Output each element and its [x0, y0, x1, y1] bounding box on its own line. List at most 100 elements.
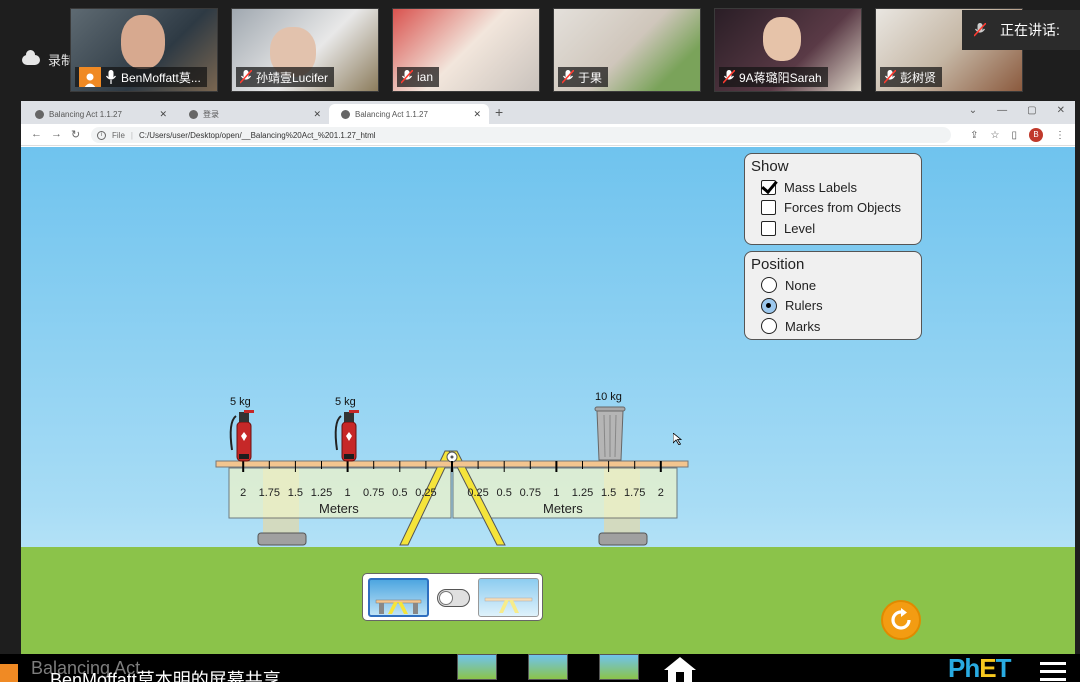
maximize-icon[interactable]: ▢ — [1027, 105, 1036, 116]
close-tab-icon[interactable]: ✕ — [313, 109, 321, 120]
screen-share-icon — [0, 664, 18, 682]
info-icon[interactable]: i — [97, 130, 106, 140]
browser-tab[interactable]: 登录 ✕ — [177, 104, 329, 124]
hamburger-menu-icon[interactable] — [1040, 662, 1066, 682]
ruler-tick-label: 1.5 — [288, 487, 303, 499]
ruler-tick-label: 2 — [658, 487, 664, 499]
fire-extinguisher-2[interactable] — [334, 410, 359, 462]
ruler-tick-label: 0.5 — [497, 487, 512, 499]
screen-thumbnail-lab[interactable] — [528, 654, 568, 680]
participant-tile[interactable]: 孙靖壹Lucifer — [231, 8, 379, 92]
url-separator: | — [130, 130, 133, 140]
reload-icon[interactable]: ↻ — [71, 128, 80, 141]
balance-thumbnail-icon — [375, 599, 422, 614]
profile-avatar[interactable]: B — [1029, 128, 1043, 142]
browser-tab[interactable]: Balancing Act 1.1.27 ✕ — [23, 104, 175, 124]
microphone-muted-icon — [240, 70, 252, 84]
microphone-muted-icon — [723, 70, 735, 84]
participant-tile[interactable]: 9A蒋璐阳Sarah — [714, 8, 862, 92]
tab-strip: Balancing Act 1.1.27 ✕ 登录 ✕ Balancing Ac… — [21, 101, 1075, 124]
participant-tile[interactable]: ian — [392, 8, 540, 92]
balance-scene: 2 1.75 1.5 1.25 1 0.75 0.5 0.25 0.25 0.5 0.75 1 1.25… — [215, 406, 689, 546]
sim-stage: Show Mass Labels Forces from Objects Lev… — [21, 147, 1075, 654]
globe-icon — [341, 109, 350, 119]
back-icon[interactable]: ← — [31, 128, 42, 140]
url-field[interactable]: i File | C:/Users/user/Desktop/open/__Ba… — [91, 127, 951, 143]
meeting-bar: 录制中 BenMoffatt莫... 孙靖壹Lucifer ian 于果 9A蒋… — [0, 0, 1080, 100]
microphone-muted-icon — [562, 70, 574, 84]
participant-name-tag: ian — [397, 67, 440, 87]
ruler-tick-label: 0.75 — [363, 487, 384, 499]
toolbar-actions: ⇪ ☆ ▯ B ⋮ — [970, 128, 1065, 142]
share-icon[interactable]: ⇪ — [970, 130, 978, 141]
microphone-icon — [105, 70, 117, 84]
mode-toggle-switch[interactable] — [437, 589, 470, 607]
ruler-tick-label: 1.25 — [311, 487, 332, 499]
bookmark-star-icon[interactable]: ☆ — [991, 130, 1000, 141]
reset-all-button[interactable] — [881, 600, 921, 640]
ruler-tick-label: 0.25 — [415, 487, 436, 499]
browser-tab-active[interactable]: Balancing Act 1.1.27 ✕ — [329, 104, 489, 124]
speaking-label: 正在讲话: — [1000, 22, 1060, 38]
globe-icon — [35, 109, 44, 119]
toggle-knob[interactable] — [439, 591, 453, 605]
address-bar: ← → ↻ i File | C:/Users/user/Desktop/ope… — [21, 124, 1075, 146]
participant-tile[interactable]: 于果 — [553, 8, 701, 92]
ruler-unit-left: Meters — [319, 501, 359, 516]
participant-name-tag: 孙靖壹Lucifer — [236, 67, 335, 87]
participant-video — [121, 15, 165, 69]
new-tab-button[interactable]: + — [495, 104, 503, 120]
screen-thumbnail-game[interactable] — [599, 654, 639, 680]
close-tab-icon[interactable]: ✕ — [159, 109, 167, 120]
close-window-icon[interactable]: ✕ — [1057, 105, 1065, 116]
minimize-icon[interactable]: — — [997, 105, 1007, 116]
ruler-tick-label: 0.5 — [392, 487, 407, 499]
mode-option-bricks[interactable] — [368, 578, 429, 617]
speaking-indicator: 正在讲话: — [962, 10, 1080, 50]
participant-name-tag: BenMoffatt莫... — [75, 67, 207, 87]
participant-name-tag: 9A蒋璐阳Sarah — [719, 67, 828, 87]
mode-selector — [362, 573, 543, 621]
microphone-muted-icon — [401, 70, 413, 84]
participant-video — [763, 17, 801, 61]
ruler-tick-label: 2 — [240, 487, 246, 499]
home-icon[interactable] — [662, 656, 698, 682]
balance-thumbnail-icon — [484, 597, 533, 613]
screen: 录制中 BenMoffatt莫... 孙靖壹Lucifer ian 于果 9A蒋… — [0, 0, 1080, 682]
participant-name-tag: 于果 — [558, 67, 609, 87]
close-tab-icon[interactable]: ✕ — [473, 109, 481, 120]
fire-extinguisher-1[interactable] — [229, 410, 254, 462]
ruler-tick-label: 1.5 — [601, 487, 616, 499]
avatar-icon — [79, 67, 101, 87]
cloud-icon — [22, 49, 40, 65]
participant-tile[interactable]: BenMoffatt莫... — [70, 8, 218, 92]
trash-can[interactable] — [594, 406, 626, 461]
reset-icon — [891, 608, 911, 630]
browser-window: Balancing Act 1.1.27 ✕ 登录 ✕ Balancing Ac… — [21, 101, 1075, 654]
url-scheme: File — [112, 130, 125, 140]
pivot-center — [450, 455, 454, 459]
ruler-tick-label: 0.75 — [520, 487, 541, 499]
screen-thumbnail-intro[interactable] — [457, 654, 497, 680]
url-text: C:/Users/user/Desktop/open/__Balancing%2… — [138, 130, 376, 140]
window-controls: ⌄ — ▢ ✕ — [969, 105, 1065, 116]
microphone-muted-icon — [974, 23, 986, 37]
mass-label-1: 5 kg — [230, 396, 251, 408]
forward-icon[interactable]: → — [51, 128, 62, 140]
ruler-tick-label: 0.25 — [467, 487, 488, 499]
mouse-cursor-icon — [673, 433, 683, 445]
sidebar-icon[interactable]: ▯ — [1011, 130, 1017, 141]
ruler-unit-right: Meters — [543, 501, 583, 516]
ruler-tick-label: 1 — [345, 487, 351, 499]
ruler-tick-label: 1.75 — [259, 487, 280, 499]
ruler-tick-label: 1.75 — [624, 487, 645, 499]
mass-label-3: 10 kg — [595, 391, 622, 403]
microphone-muted-icon — [884, 70, 896, 84]
phet-logo[interactable]: PhET — [948, 653, 1011, 682]
ruler-tick-label: 1.25 — [572, 487, 593, 499]
screen-share-banner: BenMoffatt莫本明的屏幕共享 — [50, 670, 281, 682]
tab-search-icon[interactable]: ⌄ — [969, 105, 977, 116]
menu-dots-icon[interactable]: ⋮ — [1055, 130, 1065, 141]
globe-icon — [189, 109, 198, 119]
mode-option-game[interactable] — [478, 578, 539, 617]
